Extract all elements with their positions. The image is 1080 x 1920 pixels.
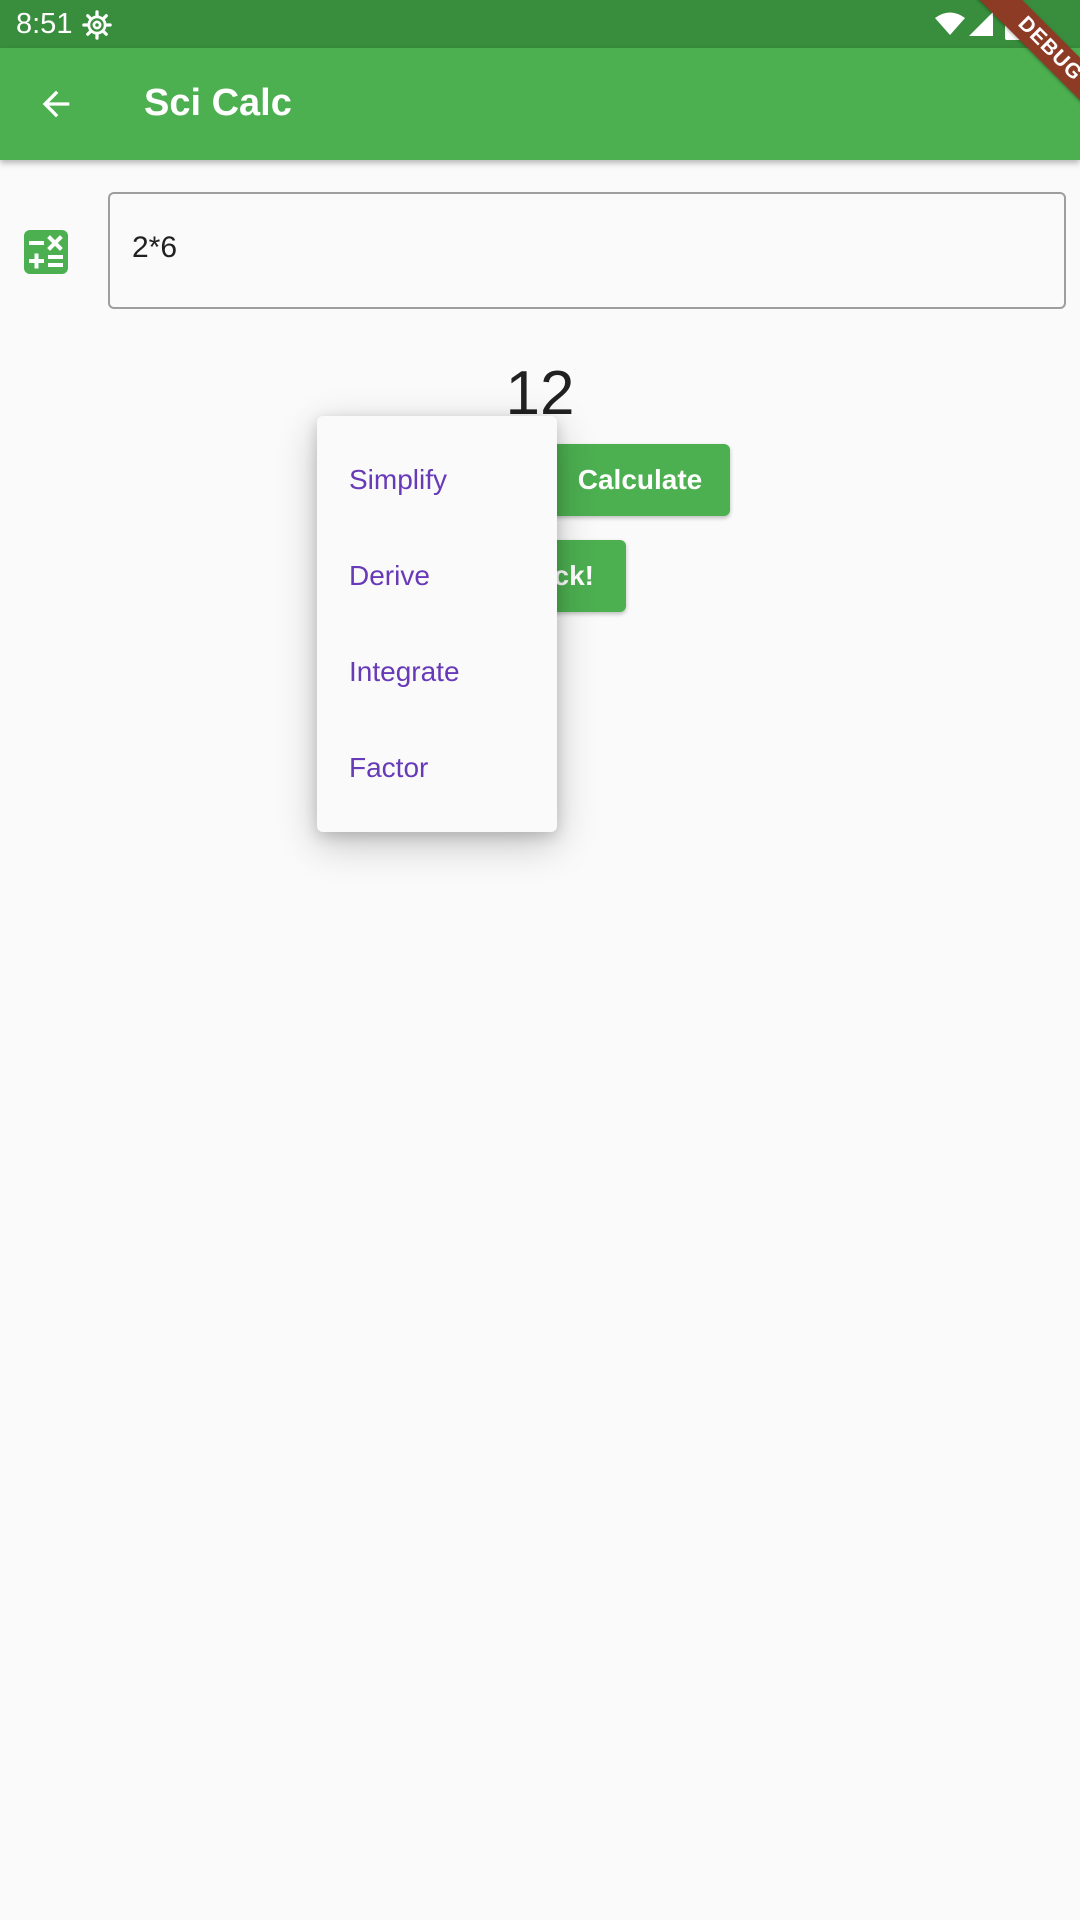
status-time: 8:51	[16, 8, 73, 40]
settings-gear-icon	[82, 10, 112, 40]
app-bar: Sci Calc	[0, 48, 1080, 160]
calculate-button[interactable]: Calculate	[550, 444, 730, 516]
menu-item-integrate[interactable]: Integrate	[317, 624, 557, 720]
menu-item-factor[interactable]: Factor	[317, 720, 557, 816]
app-title: Sci Calc	[144, 82, 292, 124]
battery-icon	[1005, 8, 1023, 40]
expression-value: 2*6	[132, 231, 178, 264]
cell-signal-icon	[969, 12, 993, 36]
arrow-back-icon	[42, 90, 70, 118]
menu-item-simplify[interactable]: Simplify	[317, 432, 557, 528]
back-button[interactable]	[24, 72, 88, 136]
wifi-icon	[935, 12, 965, 35]
status-bar: 8:51	[0, 0, 1080, 48]
calculator-icon	[24, 230, 68, 274]
check-button-label: ck!	[553, 560, 594, 591]
menu-item-derive[interactable]: Derive	[317, 528, 557, 624]
operation-menu: Simplify Derive Integrate Factor	[317, 416, 557, 832]
expression-input[interactable]: 2*6	[108, 192, 1066, 309]
